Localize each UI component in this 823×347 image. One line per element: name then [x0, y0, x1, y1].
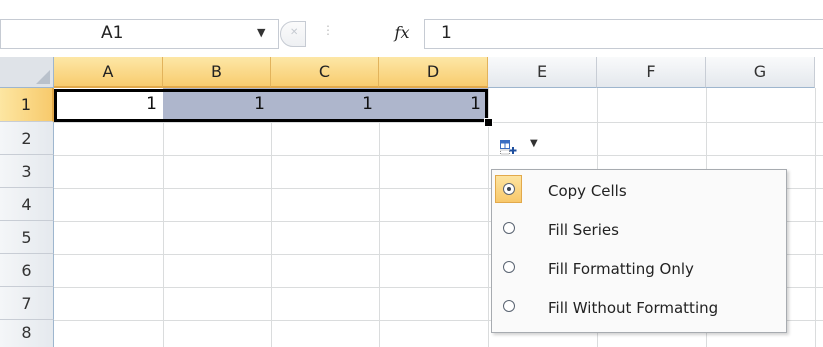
gridline: [54, 155, 823, 156]
autofill-options-menu: Copy Cells Fill Series Fill Formatting O…: [491, 169, 787, 333]
column-header-b[interactable]: B: [163, 57, 271, 88]
menu-item-copy-cells[interactable]: Copy Cells: [492, 173, 786, 210]
row-header-4[interactable]: 4: [0, 188, 54, 221]
formula-input[interactable]: 1: [424, 19, 823, 49]
column-header-e[interactable]: E: [488, 57, 597, 88]
chevron-down-icon[interactable]: ▼: [257, 26, 265, 39]
menu-item-label: Copy Cells: [548, 182, 627, 200]
radio-icon: [503, 222, 515, 234]
insert-function-button[interactable]: fx: [384, 22, 420, 46]
gridline: [815, 88, 816, 347]
name-box[interactable]: A1 ▼: [0, 19, 279, 49]
cell-a1[interactable]: 1: [54, 88, 163, 122]
cell-c1[interactable]: 1: [271, 88, 379, 122]
row-header-7[interactable]: 7: [0, 287, 54, 320]
column-header-a[interactable]: A: [54, 57, 163, 88]
row-header-2[interactable]: 2: [0, 122, 54, 155]
autofill-options-icon: [500, 140, 517, 155]
radio-icon: [503, 300, 515, 312]
close-icon: ✕: [290, 27, 299, 38]
formula-bar-divider: ⋮: [322, 23, 334, 37]
gridline: [379, 88, 380, 347]
row-header-8[interactable]: 8: [0, 320, 54, 347]
cell-d1[interactable]: 1: [379, 88, 487, 122]
row-header-6[interactable]: 6: [0, 254, 54, 287]
row-header-1[interactable]: 1: [0, 88, 54, 122]
autofill-options-button[interactable]: ▼: [492, 134, 550, 160]
menu-item-fill-series[interactable]: Fill Series: [492, 212, 786, 249]
formula-bar: A1 ▼ ✕ ⋮ fx 1: [0, 0, 823, 56]
column-header-g[interactable]: G: [706, 57, 815, 88]
chevron-down-icon[interactable]: ▼: [530, 138, 538, 149]
radio-checked-icon: [503, 183, 515, 195]
menu-item-label: Fill Series: [548, 221, 619, 239]
menu-item-label: Fill Formatting Only: [548, 260, 694, 278]
menu-item-fill-without-formatting[interactable]: Fill Without Formatting: [492, 290, 786, 327]
fill-handle[interactable]: [484, 118, 493, 127]
gridline: [271, 88, 272, 347]
gridline: [54, 122, 823, 123]
select-all-corner[interactable]: [0, 57, 54, 88]
name-box-value: A1: [101, 23, 124, 43]
menu-item-label: Fill Without Formatting: [548, 299, 719, 317]
row-header-3[interactable]: 3: [0, 155, 54, 188]
cancel-entry-button[interactable]: ✕: [280, 21, 306, 47]
column-header-c[interactable]: C: [271, 57, 379, 88]
gridline: [163, 88, 164, 347]
row-header-5[interactable]: 5: [0, 221, 54, 254]
column-header-d[interactable]: D: [379, 57, 488, 88]
column-header-f[interactable]: F: [597, 57, 706, 88]
cell-b1[interactable]: 1: [163, 88, 271, 122]
radio-icon: [503, 261, 515, 273]
menu-item-fill-formatting-only[interactable]: Fill Formatting Only: [492, 251, 786, 288]
formula-value: 1: [441, 23, 452, 43]
